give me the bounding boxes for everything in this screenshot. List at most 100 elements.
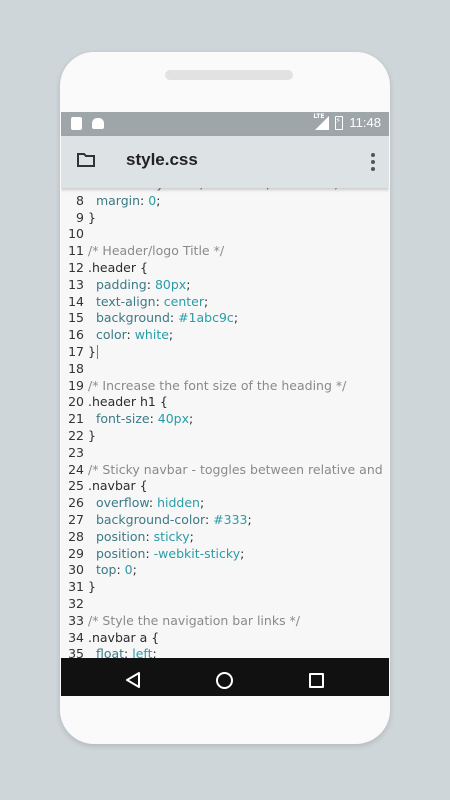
line-number: 8 [76, 192, 84, 208]
file-title: style.css [126, 150, 198, 169]
code-line[interactable]: 18 [61, 361, 383, 378]
line-source: margin: 0; [88, 192, 161, 208]
line-source: color: white; [88, 327, 174, 343]
home-icon[interactable] [216, 672, 233, 689]
code-line[interactable]: 31} [61, 579, 383, 596]
line-number: 21 [68, 411, 84, 427]
line-number: 16 [68, 327, 84, 343]
line-number: 22 [68, 427, 84, 443]
line-number: 10 [68, 226, 84, 242]
line-source: top: 0; [88, 562, 137, 578]
app-bar: style.css [61, 136, 389, 188]
code-line[interactable]: 15 background: #1abc9c; [61, 310, 383, 327]
signal-icon: LTE [313, 112, 330, 130]
code-line[interactable]: 9} [61, 210, 383, 227]
code-line[interactable]: 21 font-size: 40px; [61, 411, 383, 428]
code-line[interactable]: 26 overflow: hidden; [61, 495, 383, 512]
line-source: background: #1abc9c; [88, 310, 239, 326]
code-line[interactable]: 8 margin: 0; [61, 193, 383, 210]
code-line[interactable]: 33/* Style the navigation bar links */ [61, 613, 383, 630]
clock: 11:48 [349, 115, 381, 130]
back-icon[interactable] [125, 671, 141, 689]
phone-frame: LTE 11:48 style.css font-family: Arial, … [60, 52, 390, 744]
line-number: 15 [68, 310, 84, 326]
line-source: float: left; [88, 646, 157, 658]
line-number: 32 [68, 595, 84, 611]
line-number: 14 [68, 293, 84, 309]
more-vert-icon[interactable] [369, 151, 377, 173]
code-line[interactable]: 24/* Sticky navbar - toggles between rel… [61, 462, 383, 479]
line-source: .header { [88, 259, 148, 275]
code-line[interactable]: 29 position: -webkit-sticky; [61, 546, 383, 563]
line-number: 9 [76, 209, 84, 225]
line-number: 29 [68, 545, 84, 561]
line-number: 11 [68, 243, 84, 259]
line-number: 35 [68, 646, 84, 658]
battery-charging-icon [335, 115, 344, 130]
line-source: } [88, 427, 96, 443]
line-number: 13 [68, 276, 84, 292]
code-line[interactable]: 30 top: 0; [61, 562, 383, 579]
line-number: 23 [68, 444, 84, 460]
line-source: .navbar a { [88, 629, 160, 645]
line-source: /* Style the navigation bar links */ [88, 612, 301, 628]
code-line[interactable]: 11/* Header/logo Title */ [61, 243, 383, 260]
line-source: /* Header/logo Title */ [88, 243, 225, 259]
code-line[interactable]: 34 .navbar a { [61, 630, 383, 647]
line-source: position: sticky; [88, 528, 194, 544]
status-bar: LTE 11:48 [61, 112, 389, 136]
folder-icon[interactable] [77, 153, 95, 167]
code-line[interactable]: 25 .navbar { [61, 478, 383, 495]
line-source: text-align: center; [88, 293, 209, 309]
recents-icon[interactable] [309, 673, 324, 688]
line-source: background-color: #333; [88, 511, 252, 527]
screen: LTE 11:48 style.css font-family: Arial, … [61, 112, 389, 696]
line-number: 26 [68, 495, 84, 511]
code-editor[interactable]: font-family: Arial, Helvetica, sans-seri… [61, 188, 389, 658]
line-source: } [88, 579, 96, 595]
code-line[interactable]: 23 [61, 445, 383, 462]
line-source: /* Sticky navbar - toggles between relat… [88, 461, 383, 477]
code-line[interactable]: 14 text-align: center; [61, 294, 383, 311]
line-number: 33 [68, 612, 84, 628]
code-line[interactable]: 32 [61, 596, 383, 613]
code-lines: font-family: Arial, Helvetica, sans-seri… [61, 188, 383, 658]
code-line[interactable]: 35 float: left; [61, 646, 383, 658]
line-number: 12 [68, 259, 84, 275]
line-number: 31 [68, 579, 84, 595]
line-number: 28 [68, 528, 84, 544]
line-source: /* Increase the font size of the heading… [88, 377, 347, 393]
phone-speaker [165, 70, 293, 80]
line-number: 20 [68, 394, 84, 410]
line-number: 30 [68, 562, 84, 578]
code-line[interactable]: 13 padding: 80px; [61, 277, 383, 294]
android-icon [92, 118, 104, 129]
line-number: 25 [68, 478, 84, 494]
text-cursor [96, 345, 99, 360]
line-number: 19 [68, 377, 84, 393]
line-source: } [88, 344, 99, 361]
line-number: 24 [68, 461, 84, 477]
line-source: .navbar { [88, 478, 148, 494]
line-number: 27 [68, 511, 84, 527]
code-line[interactable]: 28 position: sticky; [61, 529, 383, 546]
line-source: position: -webkit-sticky; [88, 545, 245, 561]
line-source: overflow: hidden; [88, 495, 205, 511]
line-source: padding: 80px; [88, 276, 191, 292]
line-source: } [88, 209, 96, 225]
line-source: .header h1 { [88, 394, 168, 410]
code-line[interactable]: 19/* Increase the font size of the headi… [61, 378, 383, 395]
line-number: 34 [68, 629, 84, 645]
code-line[interactable]: 17} [61, 344, 383, 361]
code-line[interactable]: 20 .header h1 { [61, 394, 383, 411]
code-line[interactable]: 16 color: white; [61, 327, 383, 344]
code-line[interactable]: 27 background-color: #333; [61, 512, 383, 529]
code-line[interactable]: 10 [61, 226, 383, 243]
system-nav-bar [61, 658, 389, 696]
code-line[interactable]: 12 .header { [61, 260, 383, 277]
code-line[interactable]: 22} [61, 428, 383, 445]
network-type: LTE [313, 112, 325, 120]
line-number: 18 [68, 360, 84, 376]
line-number: 17 [68, 343, 84, 359]
sd-card-icon [71, 117, 82, 130]
